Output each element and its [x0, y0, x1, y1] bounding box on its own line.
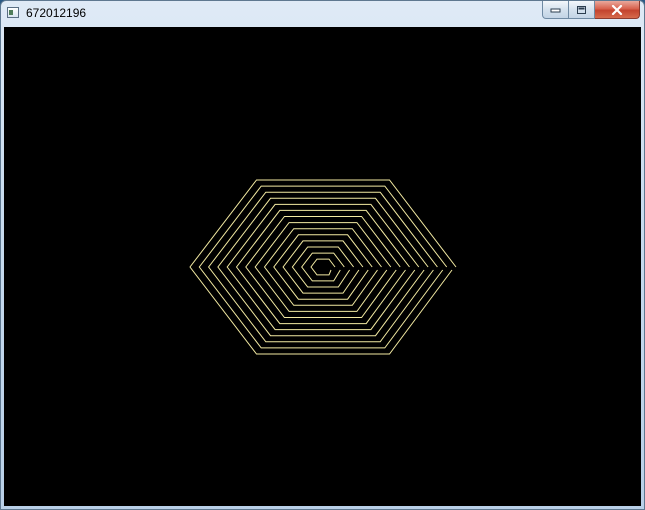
- hexagon-ring: [263, 228, 382, 306]
- maximize-button[interactable]: [569, 1, 595, 19]
- hexagon-ring: [235, 209, 410, 325]
- hexagon-ring: [217, 197, 429, 337]
- maximize-icon: [577, 5, 586, 14]
- hexagon-ring: [273, 234, 373, 300]
- caption-buttons: [542, 1, 640, 19]
- window-title: 672012196: [26, 6, 87, 20]
- close-button[interactable]: [595, 1, 640, 19]
- hexagon-ring: [245, 216, 401, 318]
- hexagon-ring: [226, 203, 420, 331]
- hexagon-ring: [207, 191, 438, 343]
- hexagon-ring: [301, 252, 345, 282]
- title-bar[interactable]: 672012196: [1, 1, 644, 27]
- hexagon-drawing: [189, 179, 457, 355]
- hexagon-ring: [282, 240, 364, 294]
- close-icon: [611, 4, 623, 15]
- hexagon-ring: [189, 179, 457, 355]
- minimize-button[interactable]: [542, 1, 569, 19]
- app-window: 672012196: [0, 0, 645, 510]
- hexagon-ring: [254, 222, 392, 312]
- minimize-icon: [550, 8, 561, 12]
- app-icon: [7, 7, 19, 18]
- hexagon-ring: [310, 258, 336, 276]
- drawing-canvas[interactable]: [4, 27, 641, 506]
